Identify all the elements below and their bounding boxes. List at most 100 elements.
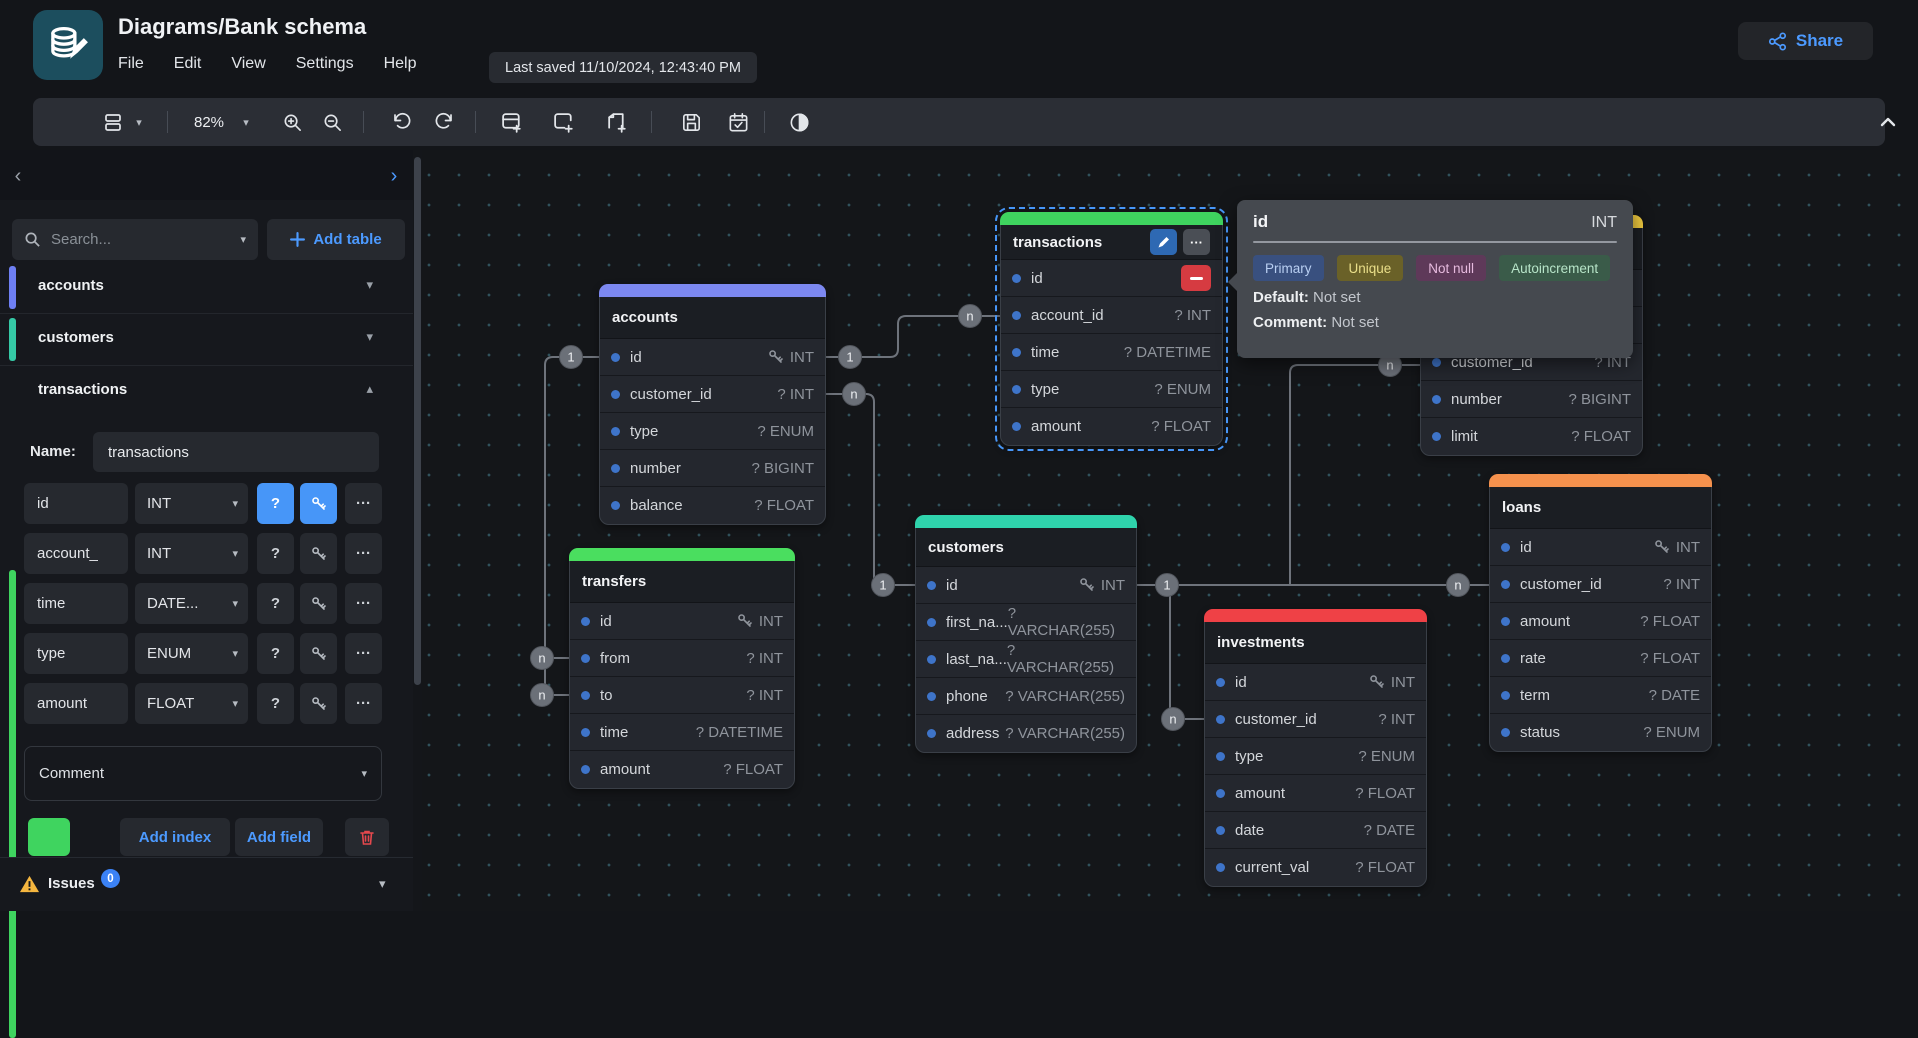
chevron-down-icon[interactable]: ▾ (379, 876, 386, 892)
zoom-out-button[interactable] (317, 98, 347, 146)
table-field-row[interactable]: limit? FLOAT (1421, 418, 1642, 455)
table-field-row[interactable]: idINT (916, 567, 1136, 604)
field-type-select[interactable]: FLOAT▾ (135, 683, 248, 724)
table-field-row[interactable]: last_na...? VARCHAR(255) (916, 641, 1136, 678)
scrollbar-thumb[interactable] (414, 157, 421, 685)
field-nullable-toggle[interactable]: ? (257, 533, 294, 574)
edit-table-button[interactable] (1150, 229, 1177, 255)
chevron-up-icon[interactable]: ▴ (366, 381, 373, 397)
table-field-row[interactable]: time? DATETIME (1001, 334, 1222, 371)
field-name-input[interactable]: type (24, 633, 128, 674)
add-field-button[interactable]: Add field (235, 818, 323, 856)
table-field-row[interactable]: number? BIGINT (1421, 381, 1642, 418)
delete-field-button[interactable] (1181, 265, 1211, 291)
table-header[interactable]: transfers (570, 561, 794, 603)
diagram-table-loans[interactable]: loansidINTcustomer_id? INTamount? FLOATr… (1489, 474, 1712, 752)
add-note-tool-button[interactable] (599, 98, 635, 146)
table-field-row[interactable]: date? DATE (1205, 812, 1426, 849)
table-field-row[interactable]: type? ENUM (1001, 371, 1222, 408)
menu-settings[interactable]: Settings (296, 55, 354, 73)
field-primary-key-toggle[interactable] (300, 683, 337, 724)
sidebar-scrollbar[interactable] (413, 150, 422, 911)
table-field-row[interactable]: current_val? FLOAT (1205, 849, 1426, 886)
theme-toggle-button[interactable] (782, 98, 816, 146)
add-table-button[interactable]: Add table (267, 219, 405, 260)
layout-caret-icon[interactable]: ▾ (132, 98, 146, 146)
table-field-row[interactable]: type? ENUM (1205, 738, 1426, 775)
table-field-row[interactable]: rate? FLOAT (1490, 640, 1711, 677)
field-nullable-toggle[interactable]: ? (257, 683, 294, 724)
table-field-row[interactable]: type? ENUM (600, 413, 825, 450)
table-header[interactable]: customers (916, 528, 1136, 567)
sidebar-item-customers[interactable]: customers ▾ (0, 314, 413, 366)
field-type-select[interactable]: DATE...▾ (135, 583, 248, 624)
table-header[interactable]: accounts (600, 297, 825, 339)
menu-edit[interactable]: Edit (174, 55, 202, 73)
sidebar-item-accounts[interactable]: accounts ▾ (0, 262, 413, 314)
table-field-row[interactable]: idINT (1205, 664, 1426, 701)
table-header[interactable]: loans (1490, 487, 1711, 529)
table-field-row[interactable]: time? DATETIME (570, 714, 794, 751)
collapse-toolbar-button[interactable] (1871, 98, 1905, 146)
table-field-row[interactable]: amount? FLOAT (1490, 603, 1711, 640)
table-field-row[interactable]: idINT (1490, 529, 1711, 566)
diagram-table-accounts[interactable]: accountsidINTcustomer_id? INTtype? ENUMn… (599, 284, 826, 525)
zoom-in-button[interactable] (277, 98, 307, 146)
field-type-select[interactable]: ENUM▾ (135, 633, 248, 674)
field-primary-key-toggle[interactable] (300, 583, 337, 624)
field-more-options-button[interactable]: ··· (345, 483, 382, 524)
add-area-tool-button[interactable] (546, 98, 582, 146)
delete-table-button[interactable] (345, 818, 389, 856)
table-field-row[interactable]: customer_id? INT (1205, 701, 1426, 738)
menu-help[interactable]: Help (384, 55, 417, 73)
table-field-row[interactable]: idINT (600, 339, 825, 376)
field-more-options-button[interactable]: ··· (345, 533, 382, 574)
comment-collapse[interactable]: Comment ▾ (24, 746, 382, 801)
diagram-table-investments[interactable]: investmentsidINTcustomer_id? INTtype? EN… (1204, 609, 1427, 887)
field-primary-key-toggle[interactable] (300, 483, 337, 524)
field-more-options-button[interactable]: ··· (345, 683, 382, 724)
table-field-row[interactable]: account_id? INT (1001, 297, 1222, 334)
table-name-input[interactable]: transactions (93, 432, 379, 472)
table-field-row[interactable]: amount? FLOAT (1001, 408, 1222, 445)
field-name-input[interactable]: account_ (24, 533, 128, 574)
field-type-select[interactable]: INT▾ (135, 533, 248, 574)
zoom-level-display[interactable]: 82% (183, 98, 235, 146)
field-nullable-toggle[interactable]: ? (257, 483, 294, 524)
tabs-scroll-right-icon[interactable]: › (384, 151, 404, 201)
menu-view[interactable]: View (231, 55, 265, 73)
menu-file[interactable]: File (118, 55, 144, 73)
chevron-down-icon[interactable]: ▾ (366, 329, 373, 345)
share-button[interactable]: Share (1738, 22, 1873, 60)
table-field-row[interactable]: idINT (570, 603, 794, 640)
field-more-options-button[interactable]: ··· (345, 633, 382, 674)
commit-calendar-button[interactable] (721, 98, 755, 146)
table-more-options-button[interactable]: ··· (1183, 229, 1210, 255)
table-field-row[interactable]: from? INT (570, 640, 794, 677)
table-search-input[interactable]: Search... ▾ (12, 219, 258, 260)
table-field-row[interactable]: phone? VARCHAR(255) (916, 678, 1136, 715)
header-layout-button[interactable] (95, 98, 131, 146)
search-caret-icon[interactable]: ▾ (240, 233, 246, 246)
table-field-row[interactable]: amount? FLOAT (1205, 775, 1426, 812)
save-button[interactable] (674, 98, 708, 146)
add-index-button[interactable]: Add index (120, 818, 230, 856)
table-field-row[interactable]: balance? FLOAT (600, 487, 825, 524)
diagram-table-transfers[interactable]: transfersidINTfrom? INTto? INTtime? DATE… (569, 548, 795, 789)
table-field-row[interactable]: to? INT (570, 677, 794, 714)
field-primary-key-toggle[interactable] (300, 533, 337, 574)
field-primary-key-toggle[interactable] (300, 633, 337, 674)
table-header[interactable]: transactions··· (1001, 225, 1222, 260)
field-name-input[interactable]: amount (24, 683, 128, 724)
zoom-caret-icon[interactable]: ▾ (239, 98, 253, 146)
undo-button[interactable] (385, 98, 417, 146)
field-more-options-button[interactable]: ··· (345, 583, 382, 624)
table-field-row[interactable]: customer_id? INT (1490, 566, 1711, 603)
chevron-down-icon[interactable]: ▾ (366, 277, 373, 293)
diagram-table-customers[interactable]: customersidINTfirst_na...? VARCHAR(255)l… (915, 515, 1137, 753)
field-name-input[interactable]: time (24, 583, 128, 624)
table-field-row[interactable]: address? VARCHAR(255) (916, 715, 1136, 752)
table-header[interactable]: investments (1205, 622, 1426, 664)
table-field-row[interactable]: term? DATE (1490, 677, 1711, 714)
redo-button[interactable] (429, 98, 461, 146)
